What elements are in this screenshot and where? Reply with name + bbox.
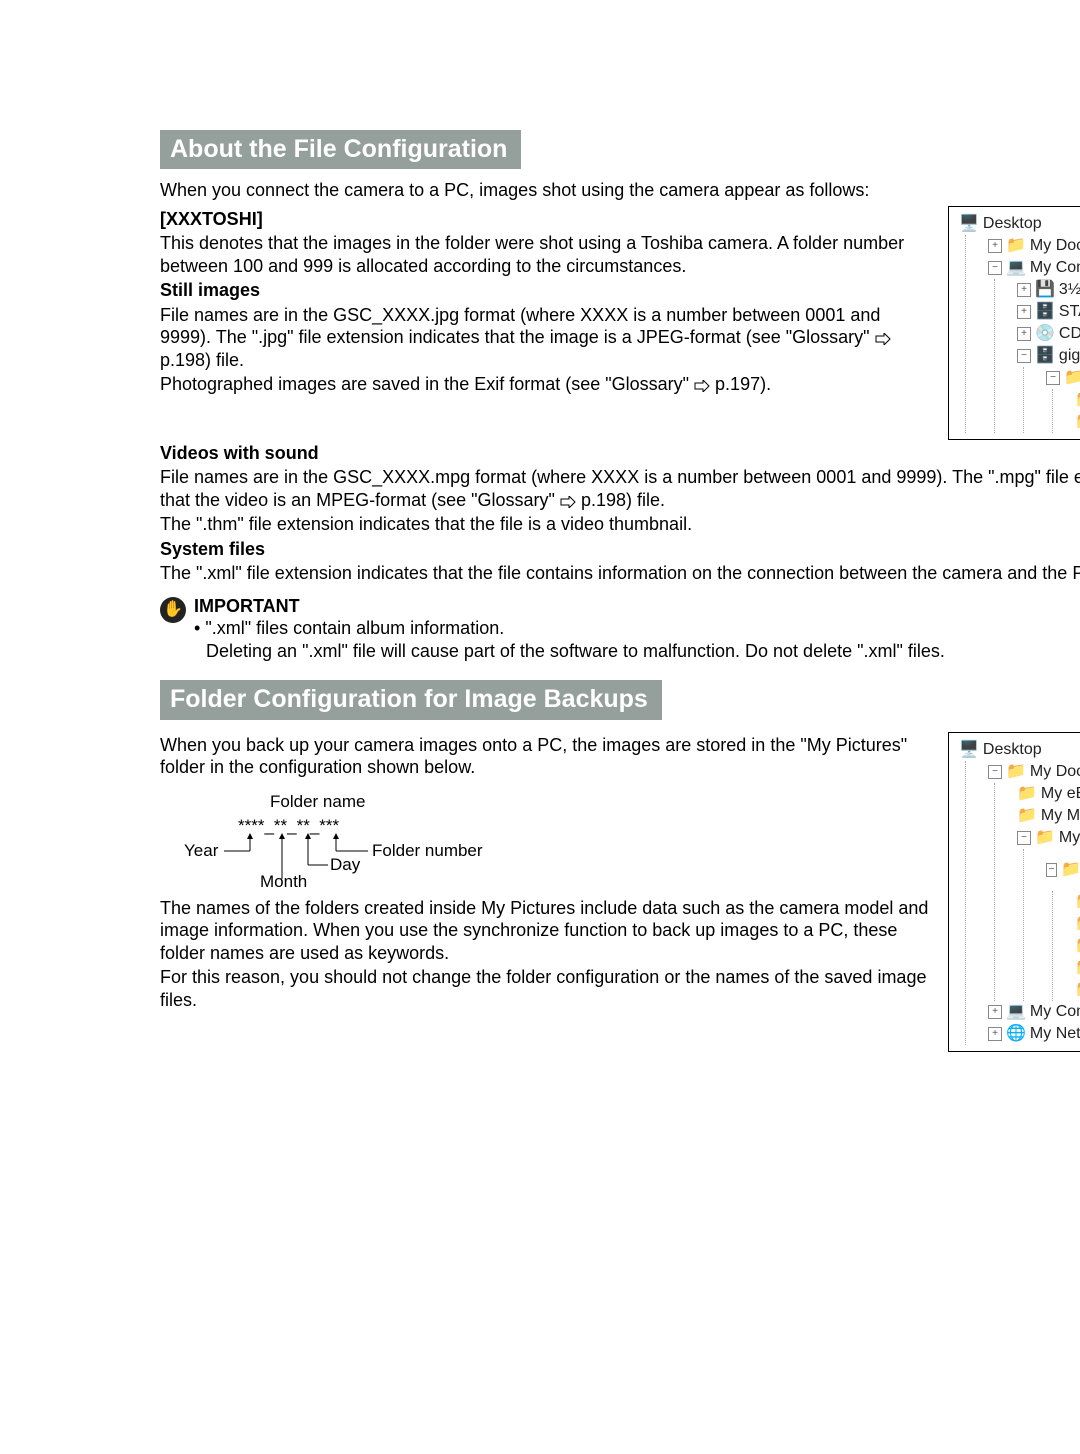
- svg-text:Folder name: Folder name: [270, 793, 365, 811]
- p-still-a: File names are in the GSC_XXXX.jpg forma…: [160, 304, 936, 372]
- folder-icon: 📁: [1006, 236, 1026, 256]
- p-videos-b: The ".thm" file extension indicates that…: [160, 513, 1080, 536]
- p-still-b: Photographed images are saved in the Exi…: [160, 373, 936, 396]
- p-backup-2: The names of the folders created inside …: [160, 897, 936, 965]
- expand-icon: +: [988, 1005, 1002, 1019]
- folder-icon: 📁: [1075, 412, 1080, 432]
- floppy-icon: 💾: [1035, 280, 1055, 300]
- p-backup-3: For this reason, you should not change t…: [160, 966, 936, 1011]
- important-bullet: • ".xml" files contain album information…: [194, 617, 1080, 640]
- svg-text:Month: Month: [260, 872, 307, 889]
- p-xxxtoshi: This denotes that the images in the fold…: [160, 232, 936, 277]
- collapse-icon: −: [988, 765, 1002, 779]
- folder-icon: 📁: [1075, 958, 1080, 978]
- folder-icon: 📁: [1075, 980, 1080, 1000]
- svg-text:Year: Year: [184, 841, 219, 860]
- p-backup-intro: When you back up your camera images onto…: [160, 734, 936, 779]
- p-videos-a: File names are in the GSC_XXXX.mpg forma…: [160, 466, 1080, 511]
- computer-icon: 💻: [1006, 258, 1026, 278]
- pointer-icon: [694, 380, 710, 392]
- expand-icon: +: [1017, 283, 1031, 297]
- important-heading: IMPORTANT: [194, 595, 1080, 618]
- drive-icon: 🗄️: [1035, 302, 1055, 322]
- desktop-icon: 🖥️: [959, 214, 979, 234]
- collapse-icon: −: [1017, 831, 1031, 845]
- svg-text:Day: Day: [330, 855, 361, 874]
- folder-icon: 📁: [1061, 860, 1080, 880]
- hdd-icon: 🗄️: [1035, 346, 1055, 366]
- example-tree-1: Example 🖥️Desktop +📁My Documents −💻My Co…: [948, 206, 1080, 440]
- sub-videos: Videos with sound: [160, 442, 1080, 465]
- important-text: Deleting an ".xml" file will cause part …: [194, 640, 1080, 663]
- desktop-icon: 🖥️: [959, 740, 979, 760]
- example-tree-2: 🖥️Desktop −📁My Documents 📁My eBooks 📁My …: [948, 732, 1080, 1052]
- expand-icon: +: [988, 239, 1002, 253]
- p-system: The ".xml" file extension indicates that…: [160, 562, 1080, 585]
- folder-icon: 📁: [1017, 806, 1037, 826]
- folder-icon: 📁: [1006, 762, 1026, 782]
- computer-icon: 💻: [1006, 1002, 1026, 1022]
- folder-icon: 📁: [1075, 892, 1080, 912]
- heading-folder-config: Folder Configuration for Image Backups: [160, 680, 662, 719]
- important-icon: ✋: [160, 597, 186, 623]
- folder-icon: 📁: [1017, 784, 1037, 804]
- expand-icon: +: [1017, 327, 1031, 341]
- intro-text: When you connect the camera to a PC, ima…: [160, 179, 1080, 202]
- folder-name-diagram: Folder name ****_**_**_*** Year Month Da…: [180, 793, 936, 889]
- folder-icon: 📁: [1035, 828, 1055, 848]
- sub-still: Still images: [160, 279, 936, 302]
- sub-system: System files: [160, 538, 1080, 561]
- folder-icon: 📁: [1075, 914, 1080, 934]
- heading-file-config: About the File Configuration: [160, 130, 521, 169]
- collapse-icon: −: [988, 261, 1002, 275]
- folder-icon: 📁: [1075, 936, 1080, 956]
- pointer-icon: [560, 496, 576, 508]
- expand-icon: +: [1017, 305, 1031, 319]
- pointer-icon: [875, 333, 891, 345]
- svg-text:****_**_**_***: ****_**_**_***: [238, 816, 340, 835]
- collapse-icon: −: [1017, 349, 1031, 363]
- folder-icon: 📁: [1064, 368, 1080, 388]
- cd-icon: 💿: [1035, 324, 1055, 344]
- network-icon: 🌐: [1006, 1024, 1026, 1044]
- svg-text:Folder number: Folder number: [372, 841, 483, 860]
- collapse-icon: −: [1046, 371, 1060, 385]
- collapse-icon: −: [1046, 863, 1057, 877]
- folder-icon: 📁: [1075, 390, 1080, 410]
- expand-icon: +: [988, 1027, 1002, 1041]
- sub-xxxtoshi: [XXXTOSHI]: [160, 208, 936, 231]
